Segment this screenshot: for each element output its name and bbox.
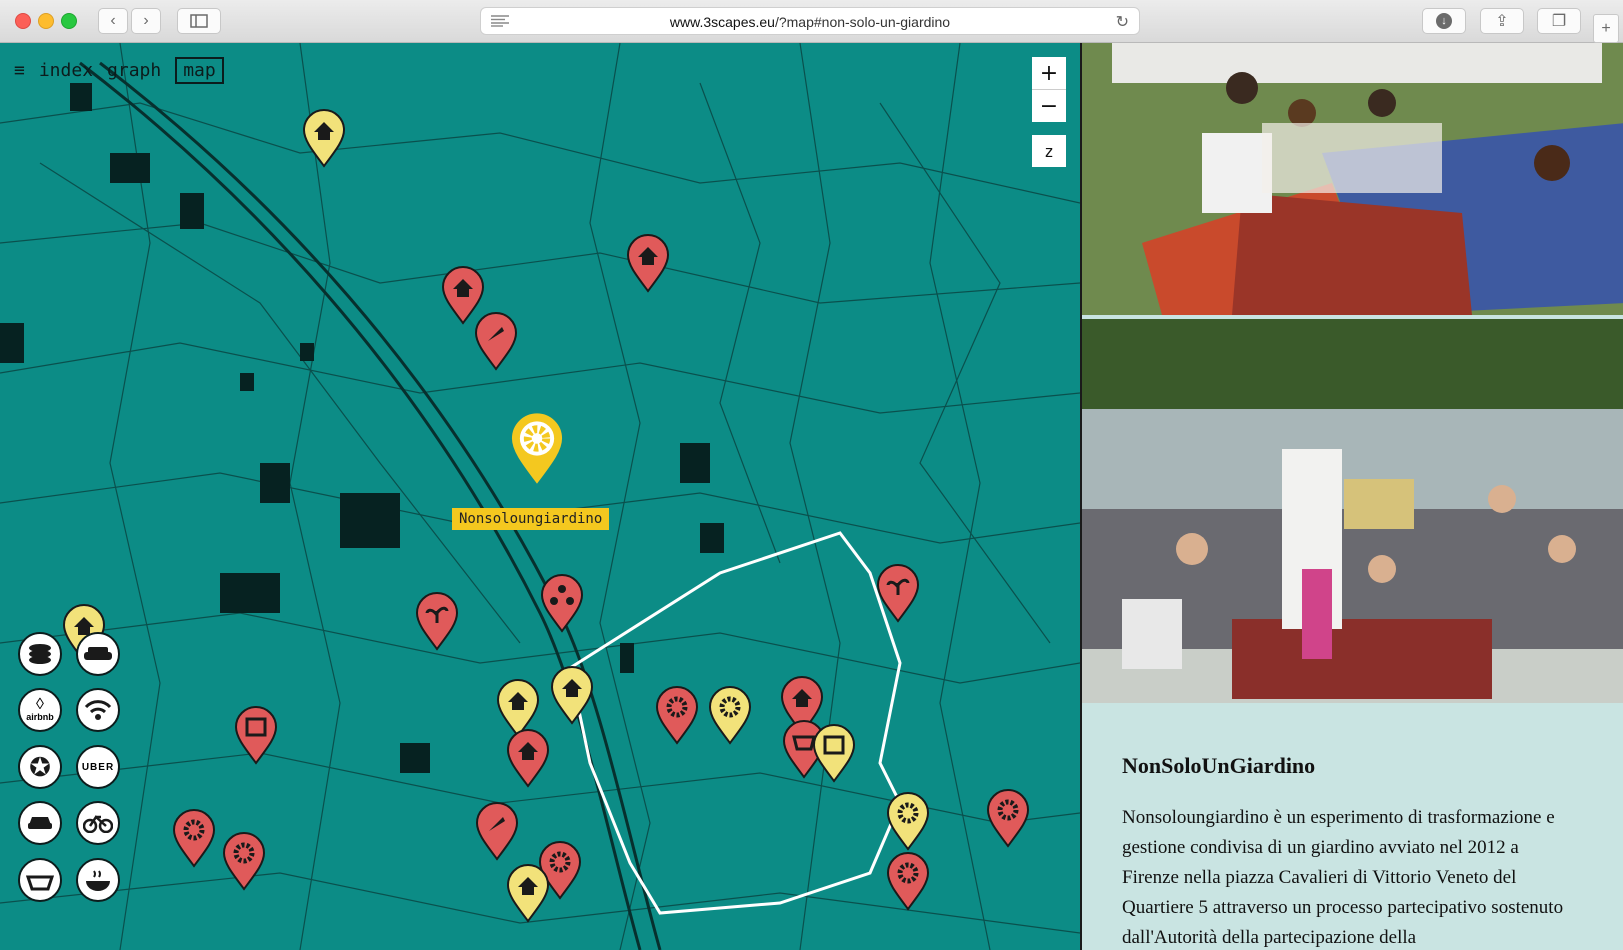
map-marker-home[interactable] — [506, 863, 550, 923]
map-marker-carrot[interactable] — [474, 311, 518, 371]
share-button[interactable]: ⇪ — [1480, 8, 1524, 34]
bicycle-icon[interactable] — [76, 801, 120, 845]
url-domain: www.3scapes.eu — [669, 14, 775, 30]
wifi-icon[interactable] — [76, 688, 120, 732]
car-icon[interactable] — [18, 801, 62, 845]
menu-logo-icon[interactable]: ≡ — [14, 60, 25, 81]
airbnb-glyph: ◊ — [36, 696, 44, 713]
address-bar[interactable]: www.3scapes.eu/?map#non-solo-un-giardino… — [480, 7, 1140, 35]
url-text: www.3scapes.eu/?map#non-solo-un-giardino — [481, 14, 1139, 30]
z-button[interactable]: z — [1032, 135, 1066, 167]
panel-title: NonSoloUnGiardino — [1122, 753, 1316, 778]
basket-icon[interactable] — [18, 858, 62, 902]
map-marker-network[interactable] — [540, 573, 584, 633]
zoom-out-button[interactable]: − — [1032, 90, 1066, 122]
zoom-in-button[interactable]: + — [1032, 57, 1066, 90]
plus-icon: + — [1601, 19, 1611, 37]
nav-map-link[interactable]: map — [175, 57, 224, 84]
star-glyph: ✪ — [29, 751, 51, 782]
photo-storytelling-crowd — [1082, 319, 1623, 703]
map-marker-box[interactable] — [234, 705, 278, 765]
map-marker-gear[interactable] — [172, 808, 216, 868]
nav-graph-link[interactable]: graph — [107, 60, 161, 81]
uber-label: UBER — [81, 761, 115, 773]
map-marker-box[interactable] — [812, 723, 856, 783]
airbnb-label: airbnb — [26, 712, 54, 722]
map-canvas[interactable]: ≡ index graph map + − z Nonsoloungiardin… — [0, 43, 1080, 950]
sidebar-icon — [190, 14, 208, 28]
back-button[interactable]: ‹ — [98, 8, 128, 34]
selected-marker-label[interactable]: Nonsoloungiardino — [452, 508, 610, 530]
photo-children-garden — [1082, 43, 1623, 315]
chevron-left-icon: ‹ — [110, 12, 116, 29]
star-icon[interactable]: ✪ — [18, 745, 62, 789]
new-tab-button[interactable]: + — [1593, 14, 1619, 43]
nav-index-link[interactable]: index — [39, 60, 93, 81]
map-marker-carrot[interactable] — [475, 801, 519, 861]
share-icon: ⇪ — [1495, 13, 1509, 30]
airbnb-icon[interactable]: ◊ airbnb — [18, 688, 62, 732]
tabs-button[interactable]: ❐ — [1537, 8, 1581, 34]
info-panel: NonSoloUnGiardino Nonsoloungiardino è un… — [1080, 43, 1623, 950]
map-marker-home[interactable] — [550, 665, 594, 725]
reload-icon[interactable]: ↻ — [1116, 12, 1129, 32]
map-marker-gear[interactable] — [708, 685, 752, 745]
sidebar-toggle-button[interactable] — [177, 8, 221, 34]
browser-toolbar: ‹ › www.3scapes.eu/?map#non-solo-un-giar… — [0, 0, 1623, 43]
map-marker-gear[interactable] — [886, 791, 930, 851]
map-marker-home[interactable] — [626, 233, 670, 293]
map-marker-home[interactable] — [302, 108, 346, 168]
close-window-button[interactable] — [15, 13, 31, 29]
map-marker-sprout[interactable] — [415, 591, 459, 651]
url-path: /?map#non-solo-un-giardino — [774, 14, 951, 30]
sofa-icon[interactable] — [76, 632, 120, 676]
minimize-window-button[interactable] — [38, 13, 54, 29]
panel-description: Nonsoloungiardino è un esperimento di tr… — [1122, 807, 1564, 948]
map-marker-sprout[interactable] — [876, 563, 920, 623]
map-marker-gear[interactable] — [222, 831, 266, 891]
view-nav: ≡ index graph map — [14, 57, 224, 84]
tabs-icon: ❐ — [1551, 13, 1567, 30]
zoom-window-button[interactable] — [61, 13, 77, 29]
selected-map-marker-gear[interactable] — [508, 408, 566, 490]
map-marker-gear[interactable] — [655, 685, 699, 745]
map-marker-home[interactable] — [506, 728, 550, 788]
uber-icon[interactable]: UBER — [76, 745, 120, 789]
download-icon: ↓ — [1436, 13, 1452, 29]
food-icon[interactable] — [76, 858, 120, 902]
map-marker-gear[interactable] — [986, 788, 1030, 848]
forward-button[interactable]: › — [131, 8, 161, 34]
coins-icon[interactable] — [18, 632, 62, 676]
downloads-button[interactable]: ↓ — [1422, 8, 1466, 34]
map-marker-gear[interactable] — [886, 851, 930, 911]
chevron-right-icon: › — [143, 12, 149, 29]
